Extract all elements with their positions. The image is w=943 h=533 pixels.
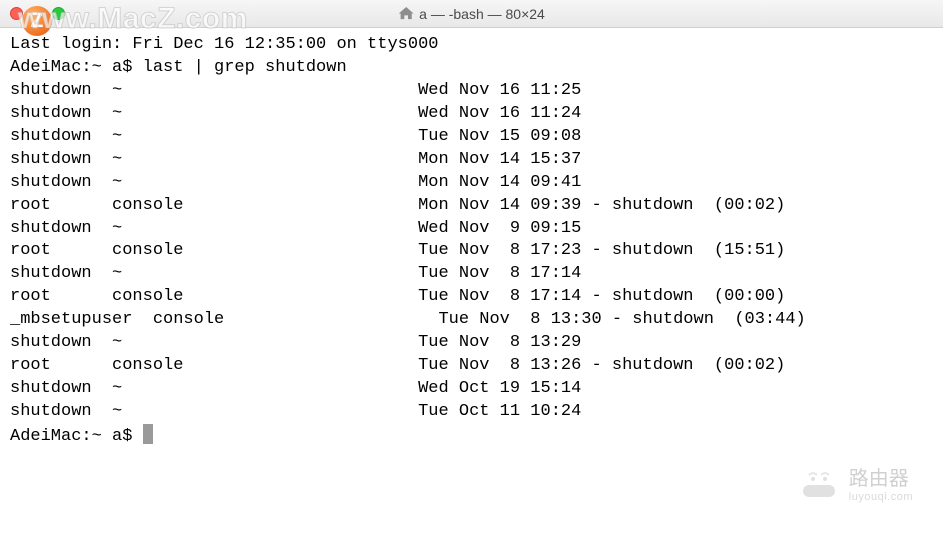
maximize-icon[interactable] — [52, 7, 65, 20]
minimize-icon[interactable] — [31, 7, 44, 20]
watermark-bottom-right: 路由器 luyouqi.com — [799, 462, 913, 503]
watermark-br-text: 路由器 — [849, 462, 913, 491]
cursor — [143, 424, 153, 444]
prompt[interactable]: AdeiMac:~ a$ — [10, 427, 143, 446]
window-title-text: a — -bash — 80×24 — [419, 6, 545, 22]
router-icon — [799, 463, 839, 503]
window-title: a — -bash — 80×24 — [398, 6, 545, 22]
traffic-lights — [0, 7, 65, 20]
home-icon — [398, 7, 413, 20]
watermark-br-sub: luyouqi.com — [849, 491, 913, 503]
close-icon[interactable] — [10, 7, 23, 20]
window-titlebar: a — -bash — 80×24 — [0, 0, 943, 28]
terminal-output[interactable]: Last login: Fri Dec 16 12:35:00 on ttys0… — [0, 28, 943, 459]
